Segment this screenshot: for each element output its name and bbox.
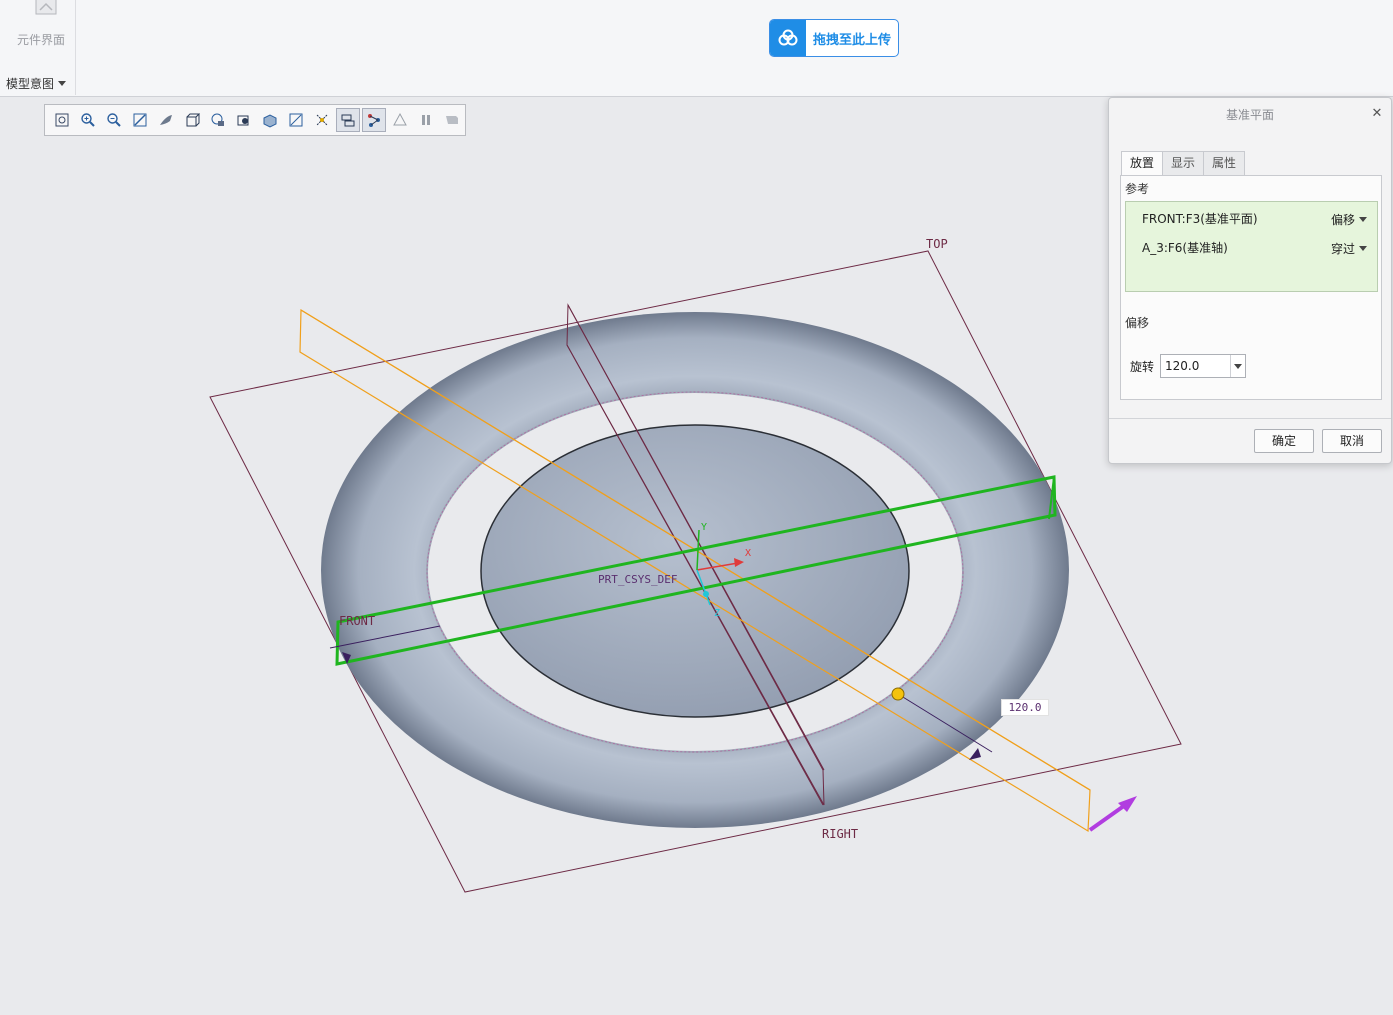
model-intent-label: 模型意图 (6, 77, 55, 91)
reference-item[interactable]: A_3:F6(基准轴) 穿过 (1142, 239, 1367, 257)
zoom-in-icon[interactable] (76, 108, 100, 132)
component-interface-icon[interactable] (30, 0, 62, 20)
top-plane-label[interactable]: TOP (926, 237, 948, 251)
close-icon[interactable]: ✕ (1371, 107, 1383, 120)
view-toolbar (44, 104, 466, 136)
spin-center-icon[interactable] (362, 108, 386, 132)
annotation-display-icon[interactable] (310, 108, 334, 132)
offset-label: 偏移 (1125, 316, 1150, 330)
saved-views-icon[interactable] (180, 108, 204, 132)
perspective-icon[interactable] (232, 108, 256, 132)
rotation-input[interactable]: 120.0 (1160, 354, 1247, 378)
playback-icon[interactable] (440, 108, 464, 132)
csys-y-label: Y (701, 522, 707, 533)
datum-display-filter-icon[interactable] (336, 108, 360, 132)
front-plane-label[interactable]: FRONT (339, 614, 375, 628)
cloud-upload-icon (770, 20, 806, 56)
constraint-label: 偏移 (1330, 212, 1355, 227)
cancel-button[interactable]: 取消 (1322, 429, 1382, 453)
constraint-label: 穿过 (1330, 241, 1355, 256)
display-style-icon[interactable] (154, 108, 178, 132)
rotation-row: 旋转 120.0 (1130, 354, 1247, 378)
references-list[interactable]: FRONT:F3(基准平面) 偏移 A_3:F6(基准轴) 穿过 (1125, 201, 1378, 292)
named-view-icon[interactable] (258, 108, 282, 132)
upload-label: 拖拽至此上传 (812, 32, 891, 48)
component-interface-label[interactable]: 元件界面 (6, 31, 76, 48)
upload-button[interactable]: 拖拽至此上传 (769, 19, 899, 57)
constraint-dropdown[interactable]: 穿过 (1331, 239, 1367, 257)
csys-z-label: Z (714, 608, 720, 619)
chevron-down-icon (1359, 216, 1367, 222)
section-icon[interactable] (284, 108, 308, 132)
csys-x-label: X (745, 548, 751, 559)
simulation-icon[interactable] (388, 108, 412, 132)
dialog-tabs: 放置 显示 属性 (1121, 151, 1246, 176)
tab-placement[interactable]: 放置 (1121, 151, 1164, 176)
repaint-icon[interactable] (128, 108, 152, 132)
tab-display[interactable]: 显示 (1162, 151, 1205, 175)
model-intent-menu[interactable]: 模型意图 (6, 75, 67, 92)
rotation-dropdown[interactable] (1230, 355, 1245, 377)
tab-properties[interactable]: 属性 (1203, 151, 1246, 175)
right-plane-label[interactable]: RIGHT (822, 827, 858, 841)
references-label: 参考 (1125, 182, 1150, 196)
reference-name: FRONT:F3(基准平面) (1142, 212, 1258, 226)
view-manager-icon[interactable] (206, 108, 230, 132)
dialog-title: 基准平面 (1225, 108, 1274, 122)
dialog-separator (1109, 418, 1391, 419)
csys-label[interactable]: PRT_CSYS_DEF (598, 573, 677, 586)
refit-icon[interactable] (50, 108, 74, 132)
pause-icon[interactable] (414, 108, 438, 132)
chevron-down-icon (1359, 245, 1367, 251)
reference-item[interactable]: FRONT:F3(基准平面) 偏移 (1142, 210, 1367, 228)
datum-plane-dialog: 基准平面 ✕ 放置 显示 属性 参考 FRONT:F3(基准平面) 偏移 A_3… (1108, 97, 1392, 464)
rotation-label: 旋转 (1130, 359, 1155, 374)
chevron-down-icon (58, 81, 67, 86)
chevron-down-icon (1234, 363, 1243, 369)
drag-handle[interactable] (891, 687, 905, 701)
reference-name: A_3:F6(基准轴) (1142, 241, 1228, 255)
dimension-arrow-icon (969, 748, 981, 760)
center-disk[interactable] (480, 424, 910, 718)
ribbon: 元件界面 模型意图 拖拽至此上传 (0, 0, 1393, 97)
rotation-dimension[interactable]: 120.0 (1001, 699, 1049, 716)
rotation-value[interactable]: 120.0 (1161, 355, 1230, 377)
zoom-out-icon[interactable] (102, 108, 126, 132)
constraint-dropdown[interactable]: 偏移 (1331, 210, 1367, 228)
ok-button[interactable]: 确定 (1254, 429, 1314, 453)
